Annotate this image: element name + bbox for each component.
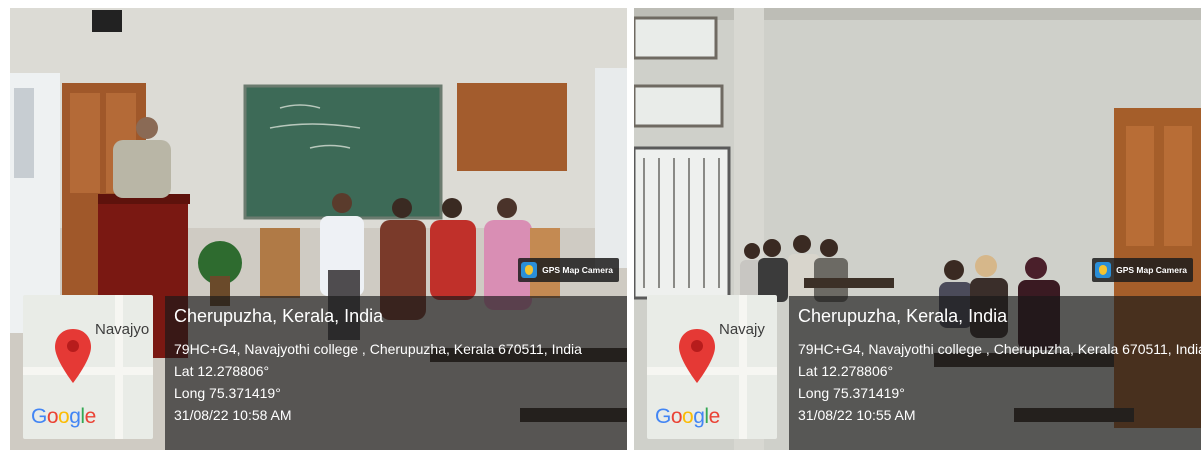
camera-badge-label: GPS Map Camera	[1116, 265, 1187, 275]
longitude: Long 75.371419°	[798, 385, 905, 401]
location-caption: Cherupuzha, Kerala, India 79HC+G4, Navaj…	[165, 296, 627, 450]
map-thumbnail: Navajy Google	[647, 295, 777, 439]
map-pin-icon	[55, 329, 91, 383]
map-thumbnail: Navajyo Google	[23, 295, 153, 439]
camera-badge-label: GPS Map Camera	[542, 265, 613, 275]
gps-overlay: GPS Map Camera Navajyo Google Cherupuzha…	[10, 258, 627, 450]
datetime: 31/08/22 10:55 AM	[798, 407, 916, 423]
google-logo: Google	[31, 405, 96, 428]
location-caption: Cherupuzha, Kerala, India 79HC+G4, Navaj…	[789, 296, 1201, 450]
photo-right: GPS Map Camera Navajy Google Cherupuzha,…	[634, 8, 1201, 450]
gps-camera-badge: GPS Map Camera	[1092, 258, 1193, 282]
google-logo: Google	[655, 405, 720, 428]
longitude: Long 75.371419°	[174, 385, 281, 401]
location-title: Cherupuzha, Kerala, India	[798, 306, 1008, 326]
address-line: 79HC+G4, Navajyothi college , Cherupuzha…	[798, 341, 1201, 357]
map-pin-label: Navajy	[719, 321, 765, 338]
address-line: 79HC+G4, Navajyothi college , Cherupuzha…	[174, 341, 582, 357]
location-title: Cherupuzha, Kerala, India	[174, 306, 384, 326]
gps-camera-badge: GPS Map Camera	[518, 258, 619, 282]
map-pin-icon	[679, 329, 715, 383]
datetime: 31/08/22 10:58 AM	[174, 407, 292, 423]
gps-map-camera-icon	[521, 262, 538, 278]
gps-map-camera-icon	[1095, 262, 1112, 278]
latitude: Lat 12.278806°	[174, 363, 270, 379]
photo-left: GPS Map Camera Navajyo Google Cherupuzha…	[10, 8, 627, 450]
gps-overlay: GPS Map Camera Navajy Google Cherupuzha,…	[634, 258, 1201, 450]
latitude: Lat 12.278806°	[798, 363, 894, 379]
map-pin-label: Navajyo	[95, 321, 150, 338]
